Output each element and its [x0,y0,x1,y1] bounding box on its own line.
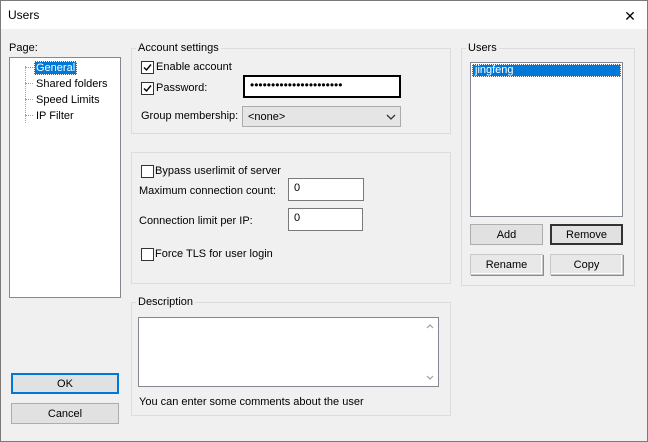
page-tree[interactable]: General Shared folders Speed Limits IP F… [9,57,121,298]
bypass-userlimit-checkbox[interactable] [141,165,154,178]
group-membership-label: Group membership: [141,110,239,122]
tree-connector [25,99,33,100]
window-title: Users [8,8,40,22]
group-membership-value: <none> [248,111,286,123]
description-textarea[interactable] [138,317,439,387]
users-legend: Users [466,42,499,55]
description-hint: You can enter some comments about the us… [139,396,364,408]
ok-button[interactable]: OK [11,373,119,394]
connection-per-ip-input[interactable]: 0 [288,208,363,231]
tree-connector [25,115,33,116]
connection-per-ip-label: Connection limit per IP: [139,215,253,227]
cancel-button[interactable]: Cancel [11,403,119,424]
max-connection-input[interactable]: 0 [288,178,364,201]
tree-connector [25,67,33,68]
scroll-down-icon[interactable] [426,375,434,380]
remove-user-button[interactable]: Remove [550,224,623,245]
add-user-button[interactable]: Add [470,224,543,245]
enable-account-checkbox[interactable] [141,61,154,74]
tree-item-shared-folders[interactable]: Shared folders [34,77,110,91]
password-checkbox[interactable] [141,82,154,95]
tree-item-speed-limits[interactable]: Speed Limits [34,93,102,107]
description-legend: Description [136,296,196,309]
tree-item-general[interactable]: General [34,61,78,75]
password-label: Password: [156,82,208,94]
force-tls-label: Force TLS for user login [155,248,273,260]
close-button[interactable]: ✕ [613,2,647,30]
max-connection-label: Maximum connection count: [139,185,276,197]
bypass-userlimit-label: Bypass userlimit of server [155,165,281,177]
enable-account-label: Enable account [156,61,232,73]
chevron-down-icon [386,114,396,120]
users-listbox[interactable]: jingfeng [470,62,623,217]
force-tls-checkbox[interactable] [141,248,154,261]
close-icon: ✕ [624,8,636,24]
password-field[interactable]: •••••••••••••••••••••• [243,75,401,98]
checkbox-check-icon [143,64,152,72]
rename-user-button[interactable]: Rename [470,254,543,275]
account-settings-legend: Account settings [136,42,221,55]
user-list-item[interactable]: jingfeng [472,64,621,77]
title-bar: Users ✕ [1,1,647,29]
scroll-up-icon[interactable] [426,324,434,329]
page-label: Page: [9,42,38,54]
copy-user-button[interactable]: Copy [550,254,623,275]
tree-item-ip-filter[interactable]: IP Filter [34,109,76,123]
description-scrollbar[interactable] [422,318,438,386]
group-membership-select[interactable]: <none> [242,106,401,127]
checkbox-check-icon [143,85,152,93]
tree-connector [25,83,33,84]
